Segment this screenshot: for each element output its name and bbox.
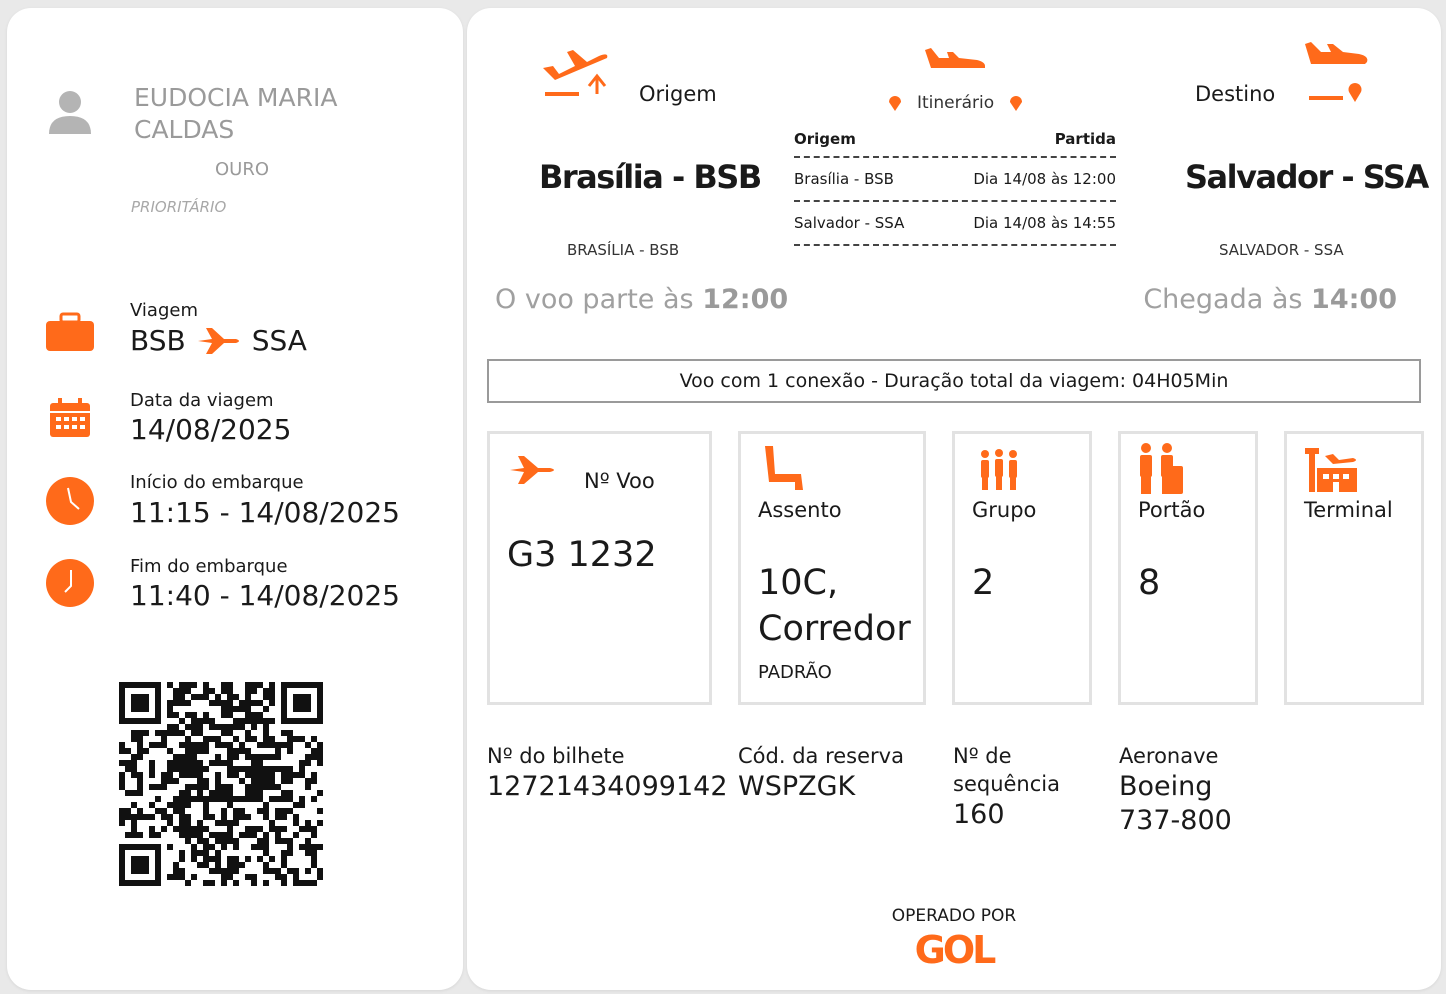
gate-label: Portão <box>1138 498 1206 522</box>
plane-icon <box>510 456 554 484</box>
ticket-value: 12721434099142 <box>487 771 728 802</box>
travel-date-value: 14/08/2025 <box>130 413 292 446</box>
itinerary-col-departure: Partida <box>1054 130 1116 148</box>
boarding-end-label: Fim do embarque <box>130 556 288 577</box>
itinerary-header: Origem Partida <box>794 122 1116 158</box>
destination-title: Destino <box>1195 82 1276 106</box>
gate-tile: Portão 8 <box>1118 431 1258 705</box>
location-pin-icon <box>889 96 901 111</box>
plane-icon <box>197 327 239 354</box>
boarding-start-value: 11:15 - 14/08/2025 <box>130 496 400 529</box>
trip-from: BSB <box>130 324 186 357</box>
operator-label: OPERADO POR <box>891 906 1017 926</box>
itinerary-row-origin: Brasília - BSB <box>794 170 894 188</box>
departure-time-prefix: O voo parte às <box>495 284 703 315</box>
itinerary-col-origin: Origem <box>794 130 856 148</box>
departure-time-value: 12:00 <box>702 284 789 315</box>
origin-city-code: BRASÍLIA - BSB <box>567 241 680 259</box>
terminal-tile: Terminal <box>1284 431 1424 705</box>
flight-number-label: Nº Voo <box>584 469 655 493</box>
flight-number-value: G3 1232 <box>507 535 657 575</box>
aircraft-model-line2: 737-800 <box>1119 805 1232 836</box>
boarding-start-label: Início do embarque <box>130 472 304 493</box>
passenger-name: EUDOCIA MARIA CALDAS <box>134 82 434 146</box>
ticket-label: Nº do bilhete <box>487 744 625 768</box>
seat-value: 10C, Corredor <box>758 560 911 652</box>
aircraft-info: Aeronave Boeing 737-800 <box>1119 742 1232 838</box>
itinerary-row-departure: Dia 14/08 às 14:55 <box>973 214 1116 232</box>
passenger-name-line2: CALDAS <box>134 115 235 144</box>
trip-to: SSA <box>251 324 307 357</box>
qr-code <box>119 682 323 886</box>
landing-icon <box>1305 42 1368 102</box>
sequence-value: 160 <box>953 799 1005 830</box>
arrival-time: Chegada às 14:00 <box>1143 284 1397 315</box>
flight-number-tile: Nº Voo G3 1232 <box>487 431 712 705</box>
terminal-icon <box>1305 448 1357 492</box>
aircraft-label: Aeronave <box>1119 744 1219 768</box>
flight-panel: Origem Brasília - BSB BRASÍLIA - BSB Iti… <box>467 8 1441 990</box>
booking-value: WSPZGK <box>738 771 856 802</box>
suitcase-icon <box>46 312 94 351</box>
clock-icon <box>46 477 94 525</box>
itinerary-row-origin: Salvador - SSA <box>794 214 905 232</box>
departure-time: O voo parte às 12:00 <box>495 284 788 315</box>
origin-title: Origem <box>639 82 717 106</box>
seat-tile: Assento 10C, Corredor PADRÃO <box>738 431 926 705</box>
arrival-time-value: 14:00 <box>1311 284 1397 315</box>
aircraft-model-line1: Boeing <box>1119 771 1213 802</box>
gate-value: 8 <box>1138 563 1161 603</box>
passenger-panel: EUDOCIA MARIA CALDAS OURO PRIORITÁRIO Vi… <box>7 8 463 990</box>
person-icon <box>49 91 91 134</box>
terminal-label: Terminal <box>1304 498 1393 522</box>
ticket-info: Nº do bilhete 12721434099142 <box>487 742 728 804</box>
seat-label: Assento <box>758 498 842 522</box>
takeoff-icon <box>543 50 608 96</box>
itinerary-row-departure: Dia 14/08 às 12:00 <box>973 170 1116 188</box>
itinerary-row: Brasília - BSB Dia 14/08 às 12:00 <box>794 158 1116 202</box>
landing-icon <box>925 48 985 68</box>
passenger-name-line1: EUDOCIA MARIA <box>134 83 338 112</box>
seat-icon <box>765 446 803 490</box>
boarding-end-value: 11:40 - 14/08/2025 <box>130 579 400 612</box>
sequence-label-line1: Nº de <box>953 744 1012 768</box>
destination-city-code: SALVADOR - SSA <box>1219 241 1344 259</box>
sequence-info: Nº de sequência 160 <box>953 742 1060 832</box>
location-pin-icon <box>1010 96 1022 111</box>
priority-badge: PRIORITÁRIO <box>131 198 227 216</box>
booking-info: Cód. da reserva WSPZGK <box>738 742 904 804</box>
itinerary-table: Origem Partida Brasília - BSB Dia 14/08 … <box>794 122 1116 246</box>
gate-icon <box>1140 443 1183 494</box>
sequence-label-line2: sequência <box>953 772 1060 796</box>
destination-city: Salvador - SSA <box>1185 158 1429 196</box>
group-value: 2 <box>972 563 995 603</box>
arrival-time-prefix: Chegada às <box>1143 284 1312 315</box>
origin-city: Brasília - BSB <box>539 158 762 196</box>
loyalty-tier: OURO <box>215 159 270 180</box>
group-label: Grupo <box>972 498 1037 522</box>
seat-class: PADRÃO <box>758 662 832 683</box>
itinerary-row: Salvador - SSA Dia 14/08 às 14:55 <box>794 202 1116 246</box>
itinerary-title: Itinerário <box>917 93 995 113</box>
operator-logo: GOL <box>914 928 997 972</box>
calendar-icon <box>50 398 90 437</box>
seat-number: 10C, <box>758 563 839 603</box>
group-icon <box>981 449 1017 490</box>
group-tile: Grupo 2 <box>952 431 1092 705</box>
seat-position: Corredor <box>758 609 911 649</box>
connection-info: Voo com 1 conexão - Duração total da via… <box>487 359 1421 403</box>
trip-route: BSB SSA <box>130 324 307 357</box>
travel-date-label: Data da viagem <box>130 390 274 411</box>
booking-label: Cód. da reserva <box>738 744 904 768</box>
clock-icon <box>46 559 94 607</box>
trip-label: Viagem <box>130 300 198 321</box>
